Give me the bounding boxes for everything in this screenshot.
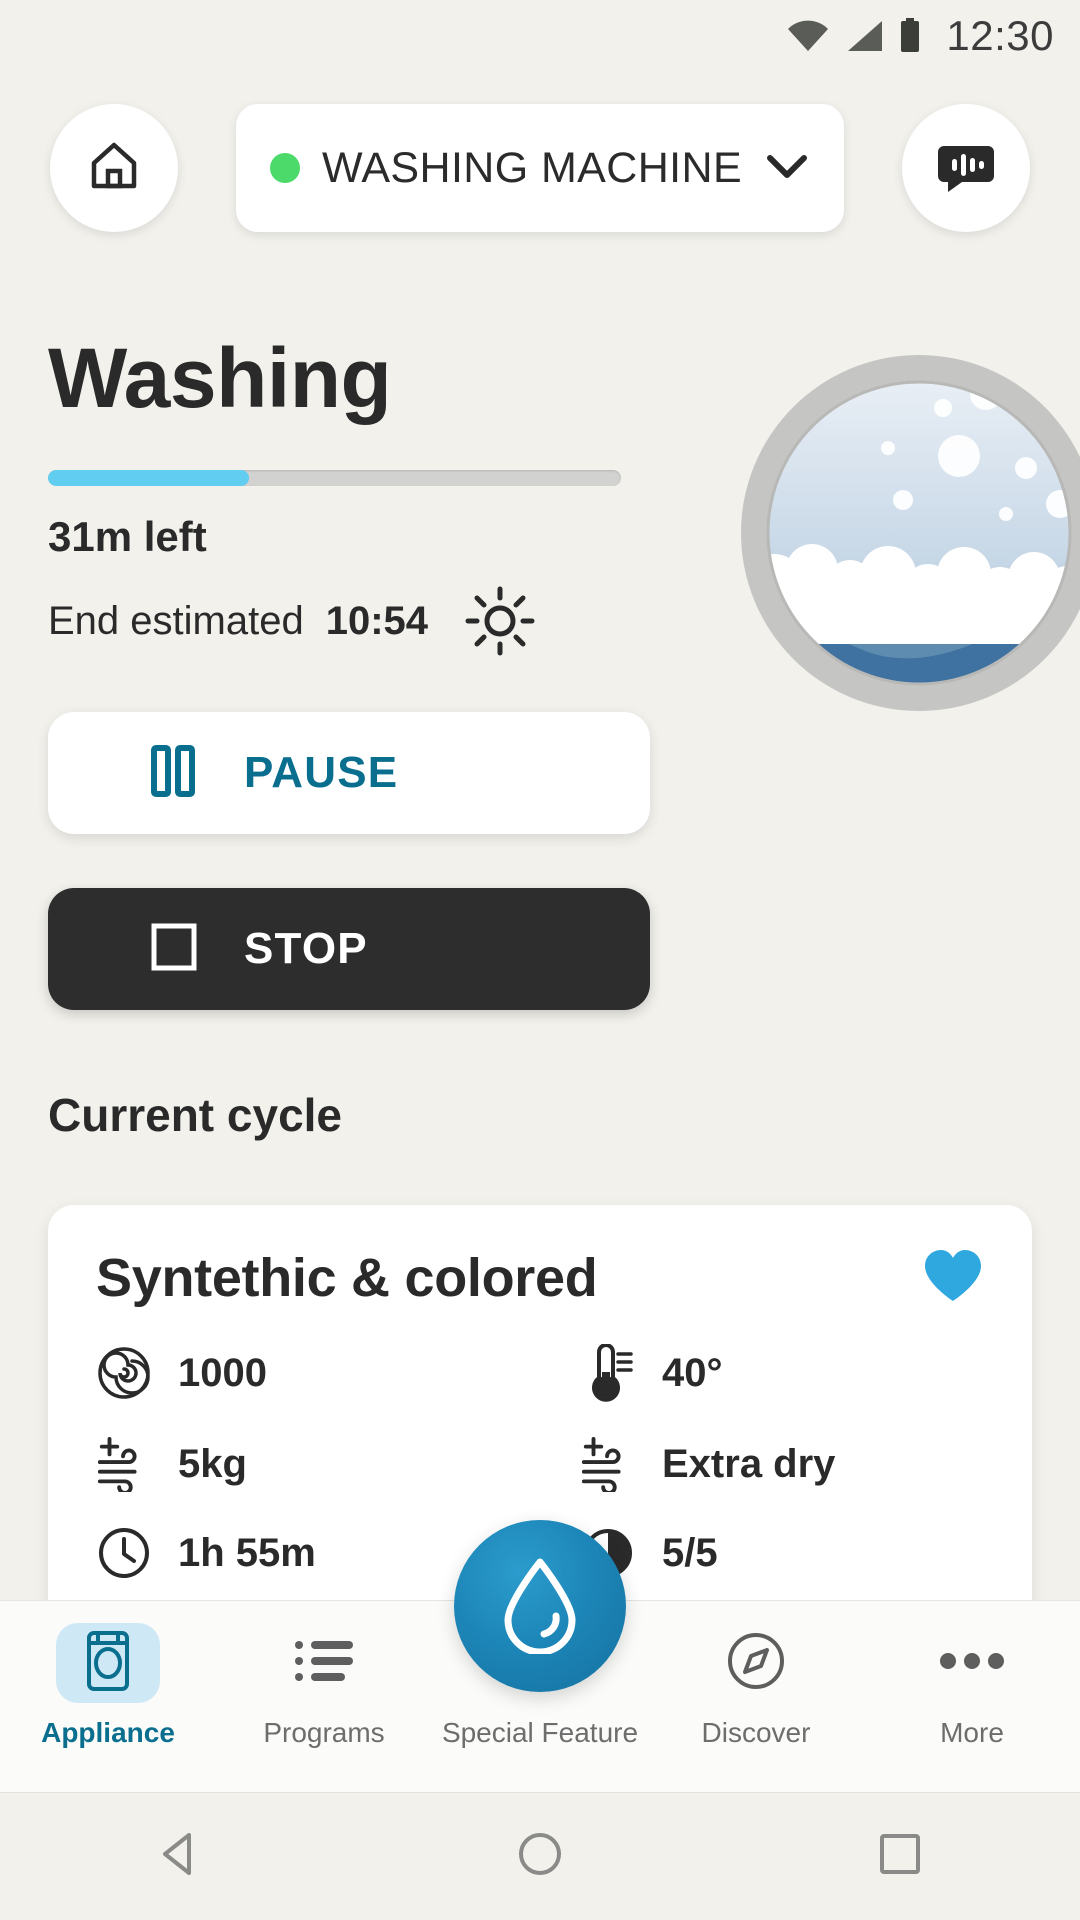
spec-dry-level: Extra dry — [540, 1436, 984, 1492]
nav-item-discover[interactable]: Discover — [656, 1623, 856, 1749]
end-estimate-label: End estimated — [48, 598, 304, 643]
status-bar: 12:30 — [0, 0, 1080, 72]
nav-label-discover: Discover — [701, 1717, 811, 1748]
wifi-icon — [786, 19, 830, 53]
voice-assistant-button[interactable] — [902, 104, 1030, 232]
device-selector[interactable]: WASHING MACHINE — [235, 104, 845, 232]
nav-icon-more-box — [920, 1623, 1024, 1703]
stop-button[interactable]: STOP — [48, 888, 650, 1010]
app-header: WASHING MACHINE — [0, 104, 1080, 232]
spec-dry-level-value: Extra dry — [662, 1441, 836, 1486]
sun-icon — [464, 585, 536, 657]
list-icon — [293, 1637, 355, 1690]
dry-wind-plus-icon — [96, 1436, 152, 1492]
battery-icon — [898, 18, 922, 54]
nav-label-programs: Programs — [263, 1717, 385, 1748]
washing-drum-illustration — [738, 352, 1080, 714]
status-bar-clock: 12:30 — [946, 12, 1054, 59]
cycle-progress-bar — [48, 470, 621, 486]
cycle-progress-fill — [48, 470, 249, 486]
compass-icon — [725, 1630, 787, 1697]
spec-spin-value: 1000 — [178, 1350, 267, 1395]
clock-icon — [96, 1526, 152, 1580]
time-remaining-label: 31m left — [48, 513, 207, 560]
spec-load: 5kg — [96, 1436, 540, 1492]
nav-icon-appliance-box — [56, 1623, 160, 1703]
favorite-button[interactable] — [922, 1247, 984, 1310]
page-title: Washing — [48, 331, 392, 425]
ellipsis-icon — [939, 1651, 1005, 1676]
device-name-label: WASHING MACHINE — [321, 143, 743, 192]
home-button[interactable] — [50, 104, 178, 232]
spec-temperature: 40° — [540, 1344, 984, 1402]
current-cycle-heading: Current cycle — [48, 1089, 343, 1141]
android-system-nav — [0, 1792, 1080, 1920]
program-name-label: Syntethic & colored — [96, 1248, 598, 1308]
nav-label-more: More — [940, 1717, 1004, 1748]
pause-button[interactable]: PAUSE — [48, 712, 650, 834]
nav-label-special-feature: Special Feature — [441, 1717, 639, 1748]
end-estimate-row: End estimated 10:54 — [48, 585, 536, 657]
cycle-card-header: Syntethic & colored — [96, 1247, 984, 1310]
special-feature-fab[interactable] — [454, 1520, 626, 1692]
pause-icon — [148, 744, 198, 803]
water-drop-icon — [498, 1554, 582, 1659]
app-screen: 12:30 WASHING MACHINE Washing 31m left E… — [0, 0, 1080, 1920]
pause-button-label: PAUSE — [244, 748, 399, 797]
nav-item-more[interactable]: More — [872, 1623, 1072, 1749]
device-status-dot — [269, 153, 300, 183]
nav-item-programs[interactable]: Programs — [224, 1623, 424, 1749]
washing-machine-icon — [81, 1630, 135, 1697]
spec-temperature-value: 40° — [662, 1350, 723, 1395]
dry-wind-plus-icon — [580, 1436, 636, 1492]
chevron-down-icon — [764, 151, 810, 186]
heart-icon — [925, 1250, 981, 1301]
home-circle-icon[interactable] — [511, 1825, 569, 1888]
nav-icon-discover-box — [704, 1623, 808, 1703]
spin-spiral-icon — [96, 1346, 152, 1400]
nav-label-appliance: Appliance — [41, 1717, 175, 1748]
thermometer-icon — [580, 1344, 636, 1402]
stop-icon — [148, 920, 198, 979]
spec-level-value: 5/5 — [662, 1530, 718, 1575]
spec-load-value: 5kg — [178, 1441, 247, 1486]
stop-button-label: STOP — [244, 924, 368, 973]
end-estimate-time: 10:54 — [325, 598, 429, 643]
nav-item-appliance[interactable]: Appliance — [8, 1623, 208, 1749]
home-icon — [84, 136, 144, 201]
spec-spin: 1000 — [96, 1344, 540, 1402]
spec-duration-value: 1h 55m — [178, 1530, 316, 1575]
nav-icon-programs-box — [272, 1623, 376, 1703]
back-triangle-icon[interactable] — [151, 1825, 209, 1888]
voice-assistant-icon — [934, 134, 998, 203]
recents-square-icon[interactable] — [871, 1825, 929, 1888]
cellular-signal-icon — [844, 19, 884, 53]
